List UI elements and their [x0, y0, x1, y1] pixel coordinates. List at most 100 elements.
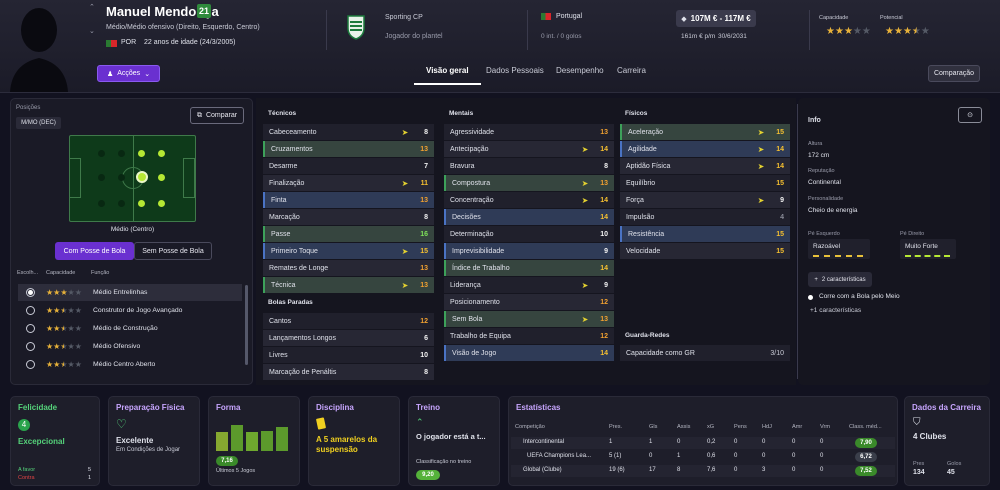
attribute-row[interactable]: Trabalho de Equipa 12	[444, 328, 614, 344]
comparison-button[interactable]: Comparação	[928, 65, 980, 82]
career-apps: 134	[913, 469, 925, 476]
attribute-row[interactable]: Posicionamento 12	[444, 294, 614, 310]
attribute-row[interactable]: Finta 13	[263, 192, 434, 208]
club-name[interactable]: Sporting CP	[385, 14, 423, 21]
compare-button[interactable]: ⧉ Comparar	[190, 107, 244, 124]
actions-button[interactable]: ♟ Acções ⌄	[97, 65, 160, 82]
happiness-card[interactable]: Felicidade 4 Excepcional A favor 5 Contr…	[10, 396, 100, 486]
attribute-row[interactable]: Marcação de Penáltis 8	[263, 364, 434, 380]
form-card[interactable]: Forma 7,16 Últimos 5 Jogos	[208, 396, 300, 486]
transfer-value-box[interactable]: ◆ 107M € - 117M €	[676, 10, 756, 27]
attribute-row[interactable]: Cantos 12	[263, 313, 434, 329]
roles-scrollbar[interactable]	[245, 285, 248, 365]
role-stars: ★★★★★	[46, 306, 82, 315]
attribute-row[interactable]: Concentração ➤ 14	[444, 192, 614, 208]
attribute-row[interactable]: Agilidade ➤ 14	[620, 141, 790, 157]
attribute-row[interactable]: Lançamentos Longos 6	[263, 330, 434, 346]
attribute-row[interactable]: Liderança ➤ 9	[444, 277, 614, 293]
attribute-row[interactable]: Decisões 14	[444, 209, 614, 225]
position-chip[interactable]: M/MO (DEC)	[16, 117, 61, 129]
statistics-card[interactable]: Estatísticas Competição Pres. Gls Assis xG Pe…	[508, 396, 898, 486]
attribute-row[interactable]: Primeiro Toque ➤ 15	[263, 243, 434, 259]
attribute-row[interactable]: Finalização ➤ 11	[263, 175, 434, 191]
attribute-row[interactable]: Sem Bola ➤ 13	[444, 311, 614, 327]
stats-row[interactable]	[511, 465, 895, 477]
attribute-name: Resistência	[628, 230, 665, 238]
attribute-value: 14	[600, 264, 608, 272]
discipline-card[interactable]: Disciplina A 5 amarelos da suspensão	[308, 396, 400, 486]
heart-icon: ♡	[116, 417, 127, 431]
attribute-row[interactable]: Livres 10	[263, 347, 434, 363]
training-card[interactable]: Treino ⌃ O jogador está a t... Classific…	[408, 396, 500, 486]
attribute-row[interactable]: Passe 16	[263, 226, 434, 242]
role-row[interactable]: ★★★★★ Médio Centro Aberto	[18, 356, 242, 373]
attribute-row[interactable]: Aceleração ➤ 15	[620, 124, 790, 140]
attribute-name: Concentração	[450, 196, 494, 204]
pitch-slot	[98, 174, 105, 181]
attribute-row[interactable]: Técnica ➤ 13	[263, 277, 434, 293]
attribute-row[interactable]: Bravura 8	[444, 158, 614, 174]
attribute-name: Livres	[269, 351, 288, 359]
traits-button[interactable]: +2 características	[808, 272, 872, 287]
tab-out-of-possession[interactable]: Sem Posse de Bola	[134, 242, 212, 260]
attribute-value: 14	[600, 349, 608, 357]
tab-personal[interactable]: Dados Pessoais	[486, 66, 544, 75]
career-card[interactable]: Dados da Carreira ⛉ 4 Clubes Pres 134 Go…	[904, 396, 990, 486]
tab-in-possession[interactable]: Com Posse de Bola	[55, 242, 134, 260]
more-traits-link[interactable]: +1 características	[810, 307, 861, 314]
role-row[interactable]: ★★★★★ Médio de Construção	[18, 320, 242, 337]
attribute-row[interactable]: Antecipação ➤ 14	[444, 141, 614, 157]
radio-button[interactable]	[26, 288, 35, 297]
stat-value: 0	[820, 439, 824, 445]
attribute-row[interactable]: Cruzamentos 13	[263, 141, 434, 157]
role-row[interactable]: ★★★★★ Médio Entrelinhas	[18, 284, 242, 301]
tab-career[interactable]: Carreira	[617, 66, 646, 75]
fitness-card[interactable]: Preparação Física ♡ Excelente Em Condiçõ…	[108, 396, 200, 486]
stats-row[interactable]	[511, 437, 895, 449]
attribute-value: 8	[424, 368, 428, 376]
stat-value: 0	[792, 453, 796, 459]
plus-icon: +	[814, 276, 818, 283]
attribute-row[interactable]: Velocidade 15	[620, 243, 790, 259]
country-name[interactable]: Portugal	[556, 13, 582, 20]
physical-title: Físicos	[625, 110, 648, 117]
attribute-row[interactable]: Impulsão 4	[620, 209, 790, 225]
attribute-row[interactable]: Resistência 15	[620, 226, 790, 242]
radio-button[interactable]	[26, 324, 35, 333]
stat-value: 6,72	[855, 452, 877, 462]
attribute-row[interactable]: Remates de Longe 13	[263, 260, 434, 276]
attribute-name: Técnica	[271, 281, 296, 289]
attribute-row[interactable]: Cabeceamento ➤ 8	[263, 124, 434, 140]
role-row[interactable]: ★★★★★ Construtor de Jogo Avançado	[18, 302, 242, 319]
attribute-row[interactable]: Aptidão Física ➤ 14	[620, 158, 790, 174]
training-sub: Classificação no treino	[416, 459, 472, 465]
tab-performance[interactable]: Desempenho	[556, 66, 604, 75]
form-rating: 7,16	[216, 456, 238, 466]
left-foot-label: Pé Esquerdo	[808, 231, 840, 237]
attribute-row[interactable]: Índice de Trabalho 14	[444, 260, 614, 276]
stat-value: 0	[792, 467, 796, 473]
radio-button[interactable]	[26, 342, 35, 351]
attribute-value: 12	[600, 332, 608, 340]
attribute-row[interactable]: Compostura ➤ 13	[444, 175, 614, 191]
attribute-row[interactable]: Visão de Jogo 14	[444, 345, 614, 361]
next-player-icon[interactable]: ⌄	[89, 27, 95, 35]
attribute-row[interactable]: Agressividade 13	[444, 124, 614, 140]
attribute-row[interactable]: Desarme 7	[263, 158, 434, 174]
attribute-row[interactable]: Determinação 10	[444, 226, 614, 242]
radio-button[interactable]	[26, 306, 35, 315]
right-foot-bar	[905, 255, 950, 257]
player-info-icon[interactable]: ⊙	[958, 107, 982, 123]
prev-player-icon[interactable]: ⌃	[89, 4, 95, 12]
role-row[interactable]: ★★★★★ Médio Ofensivo	[18, 338, 242, 355]
user-icon: ♟	[106, 70, 114, 78]
attribute-row[interactable]: Equilíbrio 15	[620, 175, 790, 191]
attribute-name: Marcação	[269, 213, 300, 221]
attribute-row[interactable]: Marcação 8	[263, 209, 434, 225]
attribute-value: 13	[420, 145, 428, 153]
attribute-row[interactable]: Força ➤ 9	[620, 192, 790, 208]
tab-overview[interactable]: Visão geral	[426, 66, 469, 75]
pitch-slot	[98, 200, 105, 207]
attribute-row[interactable]: Imprevisibilidade 9	[444, 243, 614, 259]
radio-button[interactable]	[26, 360, 35, 369]
